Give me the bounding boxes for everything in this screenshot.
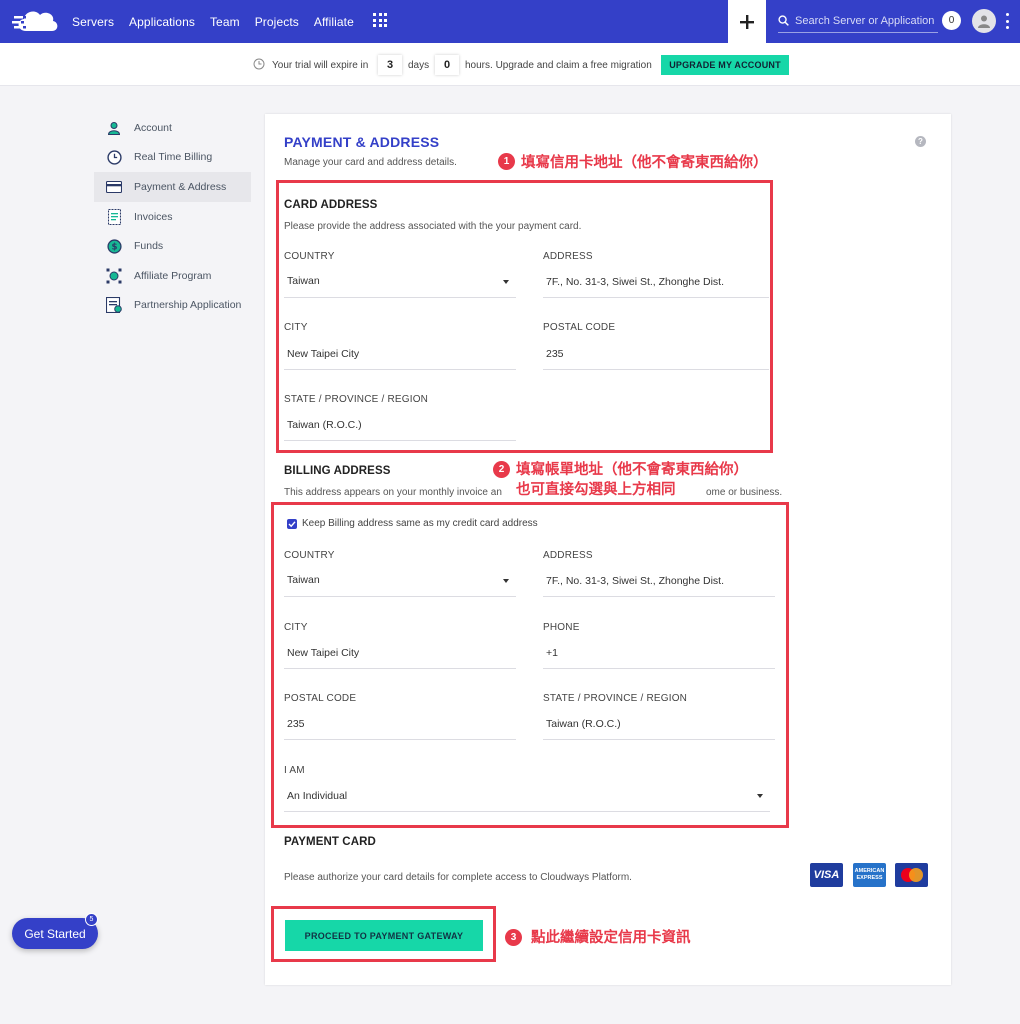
sidebar-item-payment-address[interactable]: Payment & Address — [94, 172, 251, 202]
payment-card-description: Please authorize your card details for c… — [284, 872, 632, 883]
trial-days-label: days — [408, 60, 430, 71]
nav-servers[interactable]: Servers — [72, 15, 114, 29]
main-nav: Servers Applications Team Projects Affil… — [72, 0, 369, 43]
annotation-badge-1: 1 — [498, 153, 515, 170]
annotation-box-proceed — [271, 906, 496, 962]
clock-icon — [253, 58, 265, 70]
visa-label: VISA — [813, 869, 840, 881]
sidebar-item-label: Invoices — [134, 210, 173, 223]
add-button[interactable] — [728, 0, 766, 43]
search-input[interactable] — [795, 14, 935, 27]
payment-card-heading: PAYMENT CARD — [284, 836, 376, 848]
credit-card-icon — [106, 179, 122, 195]
more-menu-icon[interactable] — [1006, 13, 1010, 29]
annotation-text-2b: 也可直接勾選與上方相同 — [516, 482, 676, 498]
sidebar-item-partnership-application[interactable]: Partnership Application — [94, 291, 251, 321]
trial-prefix: Your trial will expire in — [272, 60, 369, 71]
help-icon[interactable]: ? — [915, 136, 926, 147]
nav-projects[interactable]: Projects — [255, 15, 299, 29]
dollar-icon: $ — [106, 238, 122, 254]
annotation-badge-2: 2 — [493, 461, 510, 478]
visa-icon: VISA — [810, 863, 843, 887]
clock-icon — [106, 149, 122, 165]
get-started-badge: 5 — [85, 913, 98, 926]
sidebar-item-label: Real Time Billing — [134, 151, 213, 164]
annotation-box-billing-address — [271, 502, 789, 828]
user-icon — [106, 120, 122, 136]
trial-days-value: 3 — [378, 55, 402, 75]
nav-team[interactable]: Team — [210, 15, 240, 29]
search-box — [778, 9, 938, 33]
trial-bar: Your trial will expire in 3 days 0 hours… — [0, 43, 1020, 86]
sidebar-item-label: Funds — [134, 240, 164, 253]
sidebar-item-real-time-billing[interactable]: Real Time Billing — [94, 143, 251, 173]
annotation-text-2a: 填寫帳單地址（他不會寄東西給你） — [516, 462, 748, 478]
plus-icon — [740, 14, 754, 29]
annotation-badge-3: 3 — [505, 929, 522, 946]
billing-address-description: This address appears on your monthly inv… — [284, 487, 502, 498]
amex-label-1: AMERICAN — [854, 868, 885, 874]
amex-icon: AMERICAN EXPRESS — [853, 863, 886, 887]
mastercard-icon — [895, 863, 928, 887]
cloudways-logo-icon[interactable] — [12, 7, 60, 35]
invoice-icon — [106, 208, 122, 225]
upgrade-account-button[interactable]: UPGRADE MY ACCOUNT — [661, 55, 789, 75]
sidebar-item-account[interactable]: Account — [94, 113, 251, 143]
sidebar-item-funds[interactable]: $ Funds — [94, 231, 251, 261]
amex-label-2: EXPRESS — [856, 875, 883, 881]
trial-hours-value: 0 — [435, 55, 459, 75]
billing-address-heading: BILLING ADDRESS — [284, 465, 391, 477]
sidebar-item-label: Account — [134, 121, 172, 134]
nav-applications[interactable]: Applications — [129, 15, 195, 29]
annotation-box-card-address — [276, 180, 773, 453]
search-icon — [778, 15, 789, 26]
sidebar-item-label: Partnership Application — [134, 299, 242, 312]
page-subtitle: Manage your card and address details. — [284, 157, 457, 168]
top-navbar: Servers Applications Team Projects Affil… — [0, 0, 1020, 43]
notification-badge[interactable]: 0 — [942, 11, 961, 30]
avatar[interactable] — [972, 9, 996, 33]
trial-hours-label: hours. Upgrade and claim a free migratio… — [465, 60, 652, 71]
sidebar-item-affiliate-program[interactable]: Affiliate Program — [94, 261, 251, 291]
svg-text:$: $ — [111, 242, 117, 252]
nav-affiliate[interactable]: Affiliate — [314, 15, 354, 29]
sidebar-item-invoices[interactable]: Invoices — [94, 202, 251, 232]
sidebar-item-label: Payment & Address — [134, 180, 227, 193]
annotation-text-3: 點此繼續設定信用卡資訊 — [531, 930, 691, 946]
user-avatar-icon — [978, 15, 990, 28]
partnership-icon — [106, 297, 122, 314]
billing-address-description-tail: ome or business. — [706, 487, 783, 498]
apps-grid-icon[interactable] — [373, 13, 387, 27]
settings-sidebar: Account Real Time Billing Payment & Addr… — [94, 113, 251, 320]
affiliate-icon — [106, 268, 122, 284]
sidebar-item-label: Affiliate Program — [134, 269, 212, 282]
page-title: PAYMENT & ADDRESS — [284, 134, 440, 150]
annotation-text-1: 填寫信用卡地址（他不會寄東西給你） — [521, 155, 768, 171]
